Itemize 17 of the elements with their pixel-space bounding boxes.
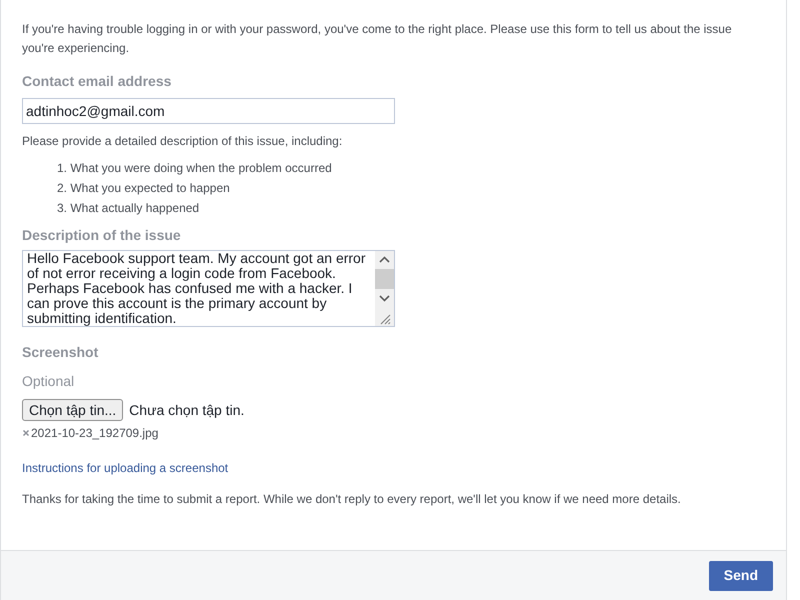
remove-icon[interactable] [22,429,30,437]
list-item: 2. What you expected to happen [57,180,231,197]
list-item: 1. What you were doing when the problem occurred [57,160,333,177]
attachment-name: 2021-10-23_192709.jpg [31,425,158,442]
file-status-text: Chưa chọn tập tin. [129,400,244,420]
field-label: Contact email address [22,72,172,91]
instructions-text: Please provide a detailed description of this issue, including: [22,133,344,150]
help-link[interactable]: Instructions for uploading a screenshot [22,459,228,477]
choose-file-button[interactable]: Chọn tập tin... [22,399,124,421]
hint-text: Optional [22,372,76,391]
list-item: 3. What actually happened [57,200,200,217]
input-field[interactable]: adtinhoc2@gmail.com [22,98,395,124]
intro-text: If you're having trouble logging in or with your password, you've come to the right place. Please use this form to tell us about the issue you're experiencing. [22,21,733,57]
send-button[interactable]: Send [708,560,773,590]
thanks-text: Thanks for taking the time to submit a report. While we don't reply to every report, we'll let you know if we need more details. [22,491,682,508]
field-label: Description of the issue [22,226,182,245]
field-label: Screenshot [22,343,100,362]
